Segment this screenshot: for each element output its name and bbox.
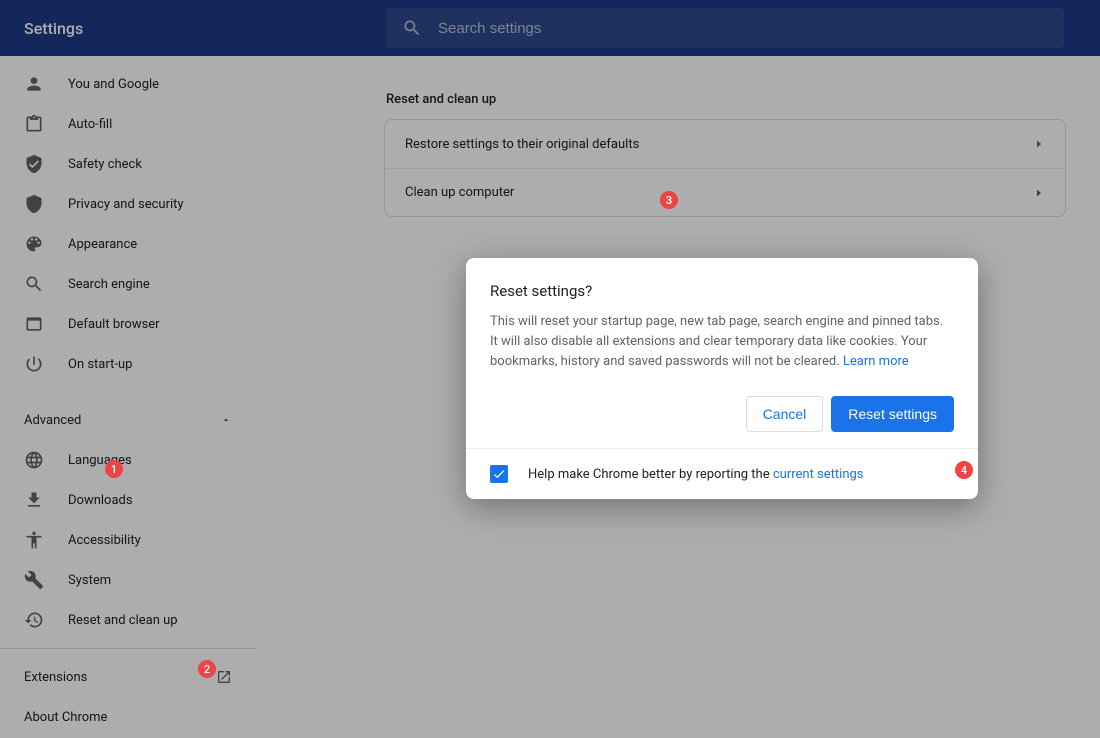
reset-settings-button[interactable]: Reset settings <box>831 396 954 432</box>
report-checkbox[interactable] <box>490 465 508 483</box>
annotation-2: 2 <box>198 660 216 678</box>
current-settings-link[interactable]: current settings <box>773 467 864 482</box>
check-icon <box>492 467 506 481</box>
dialog-footer-text: Help make Chrome better by reporting the… <box>528 467 864 482</box>
learn-more-link[interactable]: Learn more <box>843 354 909 369</box>
annotation-4: 4 <box>955 461 973 479</box>
dialog-body: This will reset your startup page, new t… <box>466 312 978 396</box>
dialog-actions: Cancel Reset settings <box>466 396 978 448</box>
dialog-footer: Help make Chrome better by reporting the… <box>466 448 978 499</box>
reset-settings-dialog: Reset settings? This will reset your sta… <box>466 258 978 499</box>
dialog-title: Reset settings? <box>466 258 978 312</box>
annotation-3: 3 <box>660 191 678 209</box>
cancel-button[interactable]: Cancel <box>746 396 824 432</box>
annotation-1: 1 <box>105 460 123 478</box>
